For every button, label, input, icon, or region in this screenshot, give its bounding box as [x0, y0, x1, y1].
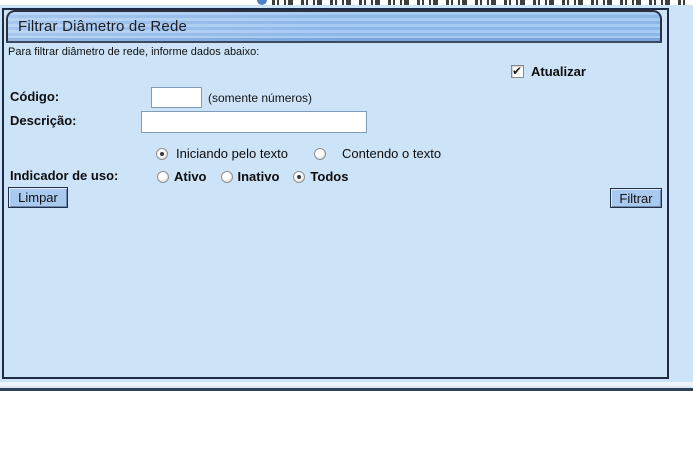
limpar-button[interactable]: Limpar: [8, 187, 68, 208]
panel-titlebar: Filtrar Diâmetro de Rede: [6, 10, 662, 41]
descricao-input[interactable]: [141, 111, 367, 133]
todos-radio[interactable]: [293, 171, 305, 183]
iniciando-pelo-texto-radio[interactable]: [156, 148, 168, 160]
atualizar-label: Atualizar: [531, 64, 586, 79]
ativo-radio[interactable]: [157, 171, 169, 183]
atualizar-checkbox[interactable]: [511, 65, 524, 78]
indicador-de-uso-label: Indicador de uso:: [10, 168, 118, 183]
filter-panel: Filtrar Diâmetro de Rede Para filtrar di…: [2, 8, 669, 379]
atualizar-row: Atualizar: [511, 64, 586, 79]
codigo-label: Código:: [10, 89, 59, 104]
filtrar-button[interactable]: Filtrar: [610, 188, 662, 208]
contendo-o-texto-radio[interactable]: [314, 148, 326, 160]
inativo-label: Inativo: [238, 169, 280, 184]
iniciando-pelo-texto-label: Iniciando pelo texto: [176, 146, 288, 161]
inativo-radio[interactable]: [221, 171, 233, 183]
footer-divider-line: [0, 388, 693, 391]
codigo-hint: (somente números): [208, 91, 312, 105]
page-title: Filtrar Diâmetro de Rede: [18, 18, 187, 35]
contendo-o-texto-label: Contendo o texto: [342, 146, 441, 161]
ativo-label: Ativo: [174, 169, 207, 184]
text-match-row: Iniciando pelo texto Contendo o texto: [156, 146, 441, 161]
codigo-input[interactable]: [151, 87, 202, 108]
todos-label: Todos: [310, 169, 348, 184]
descricao-label: Descrição:: [10, 113, 76, 128]
form-instructions: Para filtrar diâmetro de rede, informe d…: [8, 46, 259, 58]
indicador-de-uso-row: Ativo Inativo Todos: [157, 169, 348, 184]
